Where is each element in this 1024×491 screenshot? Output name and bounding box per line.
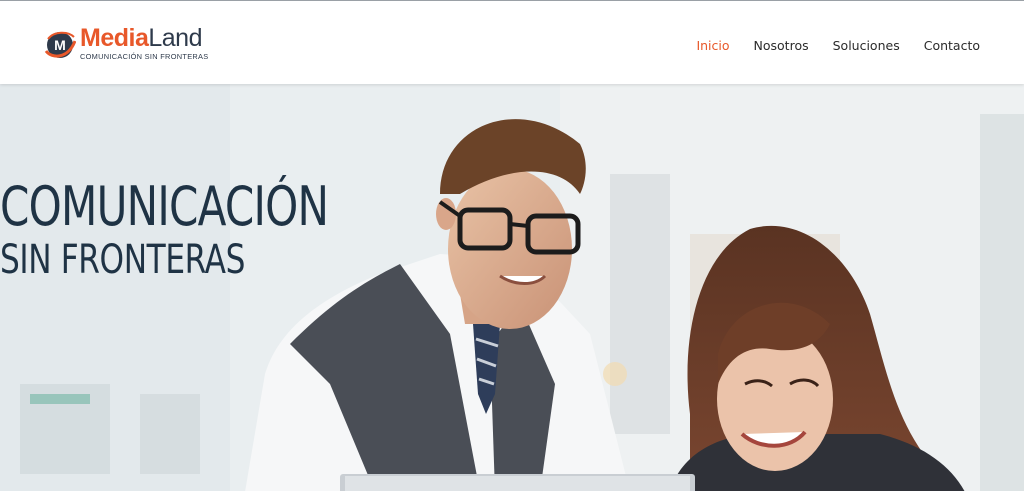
- nav-item-inicio[interactable]: Inicio: [696, 38, 729, 53]
- brand-logo[interactable]: M MediaLand COMUNICACIÓN SIN FRONTERAS: [44, 25, 209, 61]
- nav-item-contacto[interactable]: Contacto: [924, 38, 980, 53]
- hero-banner: COMUNICACIÓN SIN FRONTERAS: [0, 84, 1024, 491]
- brand-name-part2: Land: [148, 24, 202, 52]
- nav-item-nosotros[interactable]: Nosotros: [754, 38, 809, 53]
- hero-headline-line2: SIN FRONTERAS: [0, 237, 246, 283]
- hero-photo: [0, 84, 1024, 491]
- brand-tagline: COMUNICACIÓN SIN FRONTERAS: [80, 52, 209, 61]
- brand-name-part1: Media: [80, 24, 149, 52]
- brand-name: MediaLand: [80, 25, 209, 51]
- m-globe-icon: M: [44, 31, 76, 58]
- hero-headline-line1: COMUNICACIÓN: [0, 175, 329, 238]
- hero-headline: COMUNICACIÓN SIN FRONTERAS: [0, 175, 421, 284]
- nav-item-soluciones[interactable]: Soluciones: [833, 38, 900, 53]
- site-header: M MediaLand COMUNICACIÓN SIN FRONTERAS I…: [0, 1, 1024, 84]
- svg-text:M: M: [54, 37, 66, 53]
- brand-wordmark: MediaLand COMUNICACIÓN SIN FRONTERAS: [80, 25, 209, 61]
- main-nav: Inicio Nosotros Soluciones Contacto: [696, 38, 980, 53]
- page: M MediaLand COMUNICACIÓN SIN FRONTERAS I…: [0, 0, 1024, 491]
